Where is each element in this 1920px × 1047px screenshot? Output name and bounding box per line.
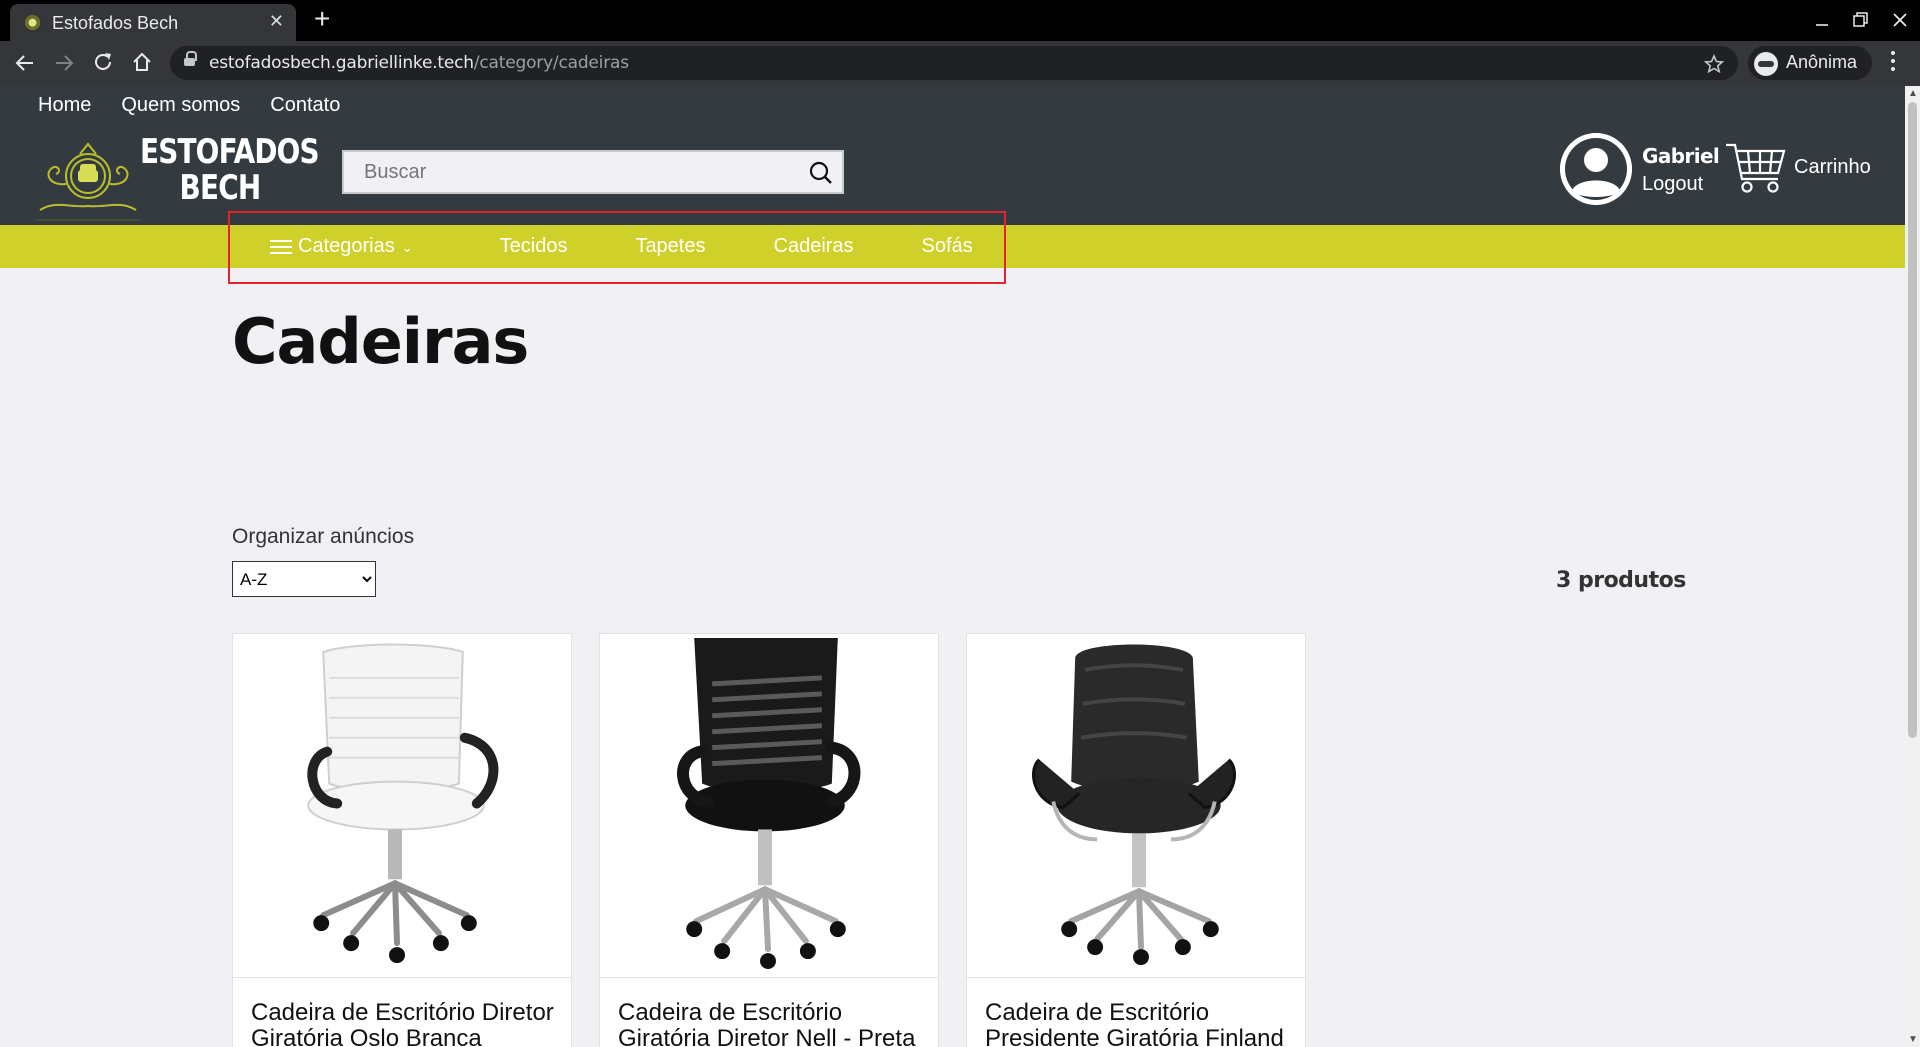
product-card[interactable]: Cadeira de Escritório Giratória Diretor … [599, 633, 939, 1047]
lock-icon [184, 51, 197, 68]
new-tab-icon[interactable]: + [314, 5, 330, 33]
nav-about-link[interactable]: Quem somos [121, 94, 240, 117]
tab-close-icon[interactable]: ✕ [269, 11, 284, 32]
forward-icon[interactable] [53, 52, 75, 74]
top-navigation: Home Quem somos Contato [38, 94, 340, 117]
incognito-icon [1754, 52, 1778, 76]
logo-line-1: ESTOFADOS [140, 132, 320, 172]
page-title: Cadeiras [232, 305, 529, 378]
site-header: Home Quem somos Contato ESTOFADOS BECH B… [0, 86, 1905, 225]
home-icon[interactable] [131, 51, 153, 73]
minimize-icon[interactable] [1814, 12, 1830, 28]
browser-tab[interactable]: Estofados Bech ✕ [10, 4, 296, 41]
logo-emblem-icon [36, 142, 140, 221]
product-name[interactable]: Cadeira de Escritório Giratória Diretor … [618, 1000, 926, 1047]
page-scrollbar[interactable]: ▲ ▼ [1905, 86, 1920, 1047]
site-favicon-icon [24, 15, 41, 32]
nav-home-link[interactable]: Home [38, 94, 91, 117]
browser-menu-icon[interactable] [1890, 49, 1896, 73]
product-name[interactable]: Cadeira de Escritório Diretor Giratória … [251, 1000, 559, 1047]
product-image-white-chair [233, 643, 571, 978]
sort-label: Organizar anúncios [232, 525, 415, 548]
nav-contact-link[interactable]: Contato [270, 94, 340, 117]
browser-tab-strip: Estofados Bech ✕ + [0, 0, 1920, 41]
product-image-mesh-chair [600, 637, 938, 978]
url-text[interactable]: estofadosbech.gabriellinke.tech/category… [209, 53, 629, 73]
product-card[interactable]: Cadeira de Escritório Presidente Giratór… [966, 633, 1306, 1047]
logo-wordmark: ESTOFADOS BECH [140, 132, 320, 208]
user-name: Gabriel [1642, 144, 1720, 168]
product-count: 3 produtos [1556, 568, 1686, 593]
bookmark-star-icon[interactable] [1704, 54, 1724, 74]
url-path: /category/cadeiras [473, 53, 629, 73]
sort-select[interactable]: A-Z [232, 561, 376, 597]
browser-toolbar: estofadosbech.gabriellinke.tech/category… [0, 41, 1920, 86]
restore-icon[interactable] [1852, 11, 1870, 29]
profile-label: Anônima [1786, 52, 1858, 72]
logout-link[interactable]: Logout [1642, 173, 1703, 196]
highlight-box [228, 211, 1006, 284]
product-image-leather-chair [967, 644, 1305, 978]
search-icon[interactable] [808, 160, 834, 186]
product-name[interactable]: Cadeira de Escritório Presidente Giratór… [985, 1000, 1293, 1047]
back-icon[interactable] [14, 52, 36, 74]
search-box [342, 150, 844, 194]
logo-line-2: BECH [179, 168, 262, 208]
shopping-cart-icon [1726, 143, 1786, 193]
scroll-up-icon[interactable]: ▲ [1908, 88, 1918, 99]
url-host: estofadosbech.gabriellinke.tech [209, 53, 474, 73]
user-avatar-icon[interactable] [1560, 133, 1632, 205]
address-bar[interactable]: estofadosbech.gabriellinke.tech/category… [170, 46, 1738, 80]
cart-label: Carrinho [1794, 156, 1871, 178]
cart-button[interactable]: Carrinho [1724, 141, 1894, 197]
product-card[interactable]: Cadeira de Escritório Diretor Giratória … [232, 633, 572, 1047]
scroll-down-icon[interactable]: ▼ [1908, 1034, 1918, 1045]
reload-icon[interactable] [92, 51, 114, 73]
incognito-profile-button[interactable]: Anônima [1748, 46, 1872, 80]
close-window-icon[interactable] [1891, 11, 1909, 29]
tab-title: Estofados Bech [52, 13, 179, 33]
scrollbar-thumb[interactable] [1908, 102, 1917, 738]
search-input[interactable] [344, 152, 784, 192]
